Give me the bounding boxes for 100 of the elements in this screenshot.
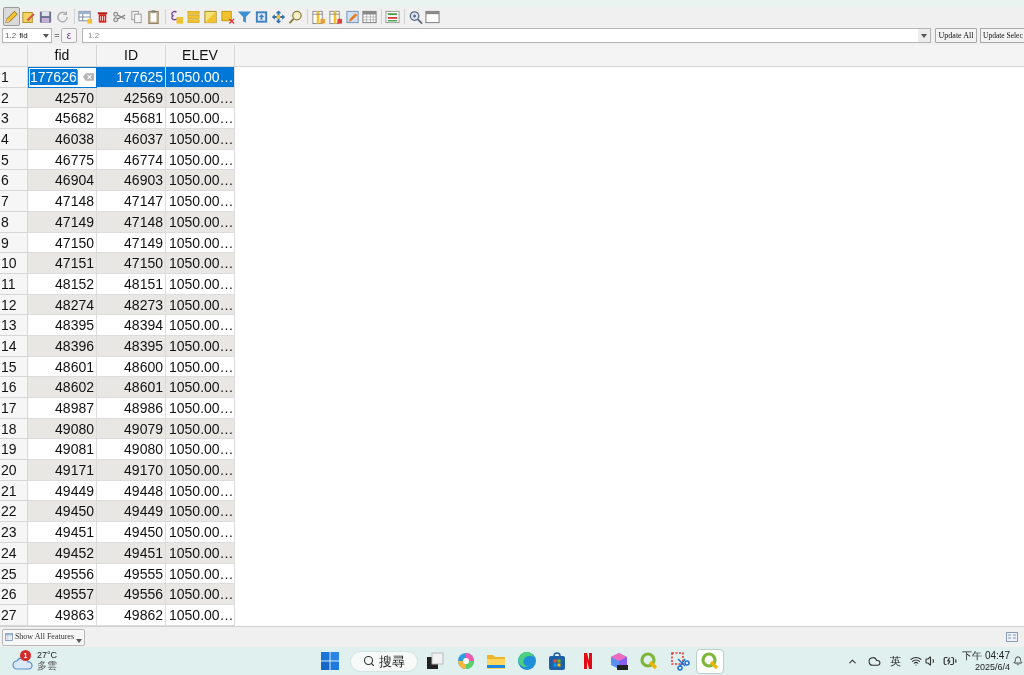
expression-button[interactable]: ε bbox=[61, 28, 77, 43]
row-header[interactable]: 10 bbox=[0, 253, 28, 274]
table-row[interactable]: 27 49863 49862 1050.00… bbox=[0, 604, 235, 626]
table-cell: 47147 bbox=[97, 191, 166, 212]
table-row[interactable]: 14 48396 48395 1050.00… bbox=[0, 335, 235, 357]
dock-panel-icon[interactable] bbox=[1006, 632, 1018, 642]
table-cell: 47148 bbox=[28, 191, 97, 212]
table-row[interactable]: 18 49080 49079 1050.00… bbox=[0, 418, 235, 440]
cloud-icon[interactable] bbox=[12, 656, 34, 670]
row-header[interactable]: 8 bbox=[0, 211, 28, 233]
row-header[interactable]: 22 bbox=[0, 501, 28, 523]
table-row[interactable]: 9 47150 47149 1050.00… bbox=[0, 232, 235, 254]
column-header[interactable]: fid bbox=[28, 45, 97, 66]
table-row[interactable]: 11 48152 48151 1050.00… bbox=[0, 273, 235, 295]
row-header[interactable]: 15 bbox=[0, 356, 28, 378]
column-header[interactable]: ID bbox=[97, 45, 166, 66]
table-row[interactable]: 5 46775 46774 1050.00… bbox=[0, 149, 235, 171]
bell-icon[interactable] bbox=[1013, 656, 1023, 666]
table-cell: 48395 bbox=[97, 335, 166, 357]
cloud-icon[interactable] bbox=[868, 654, 882, 668]
clock-date[interactable]: 2025/6/4 bbox=[974, 662, 1010, 672]
table-row[interactable]: 8 47149 47148 1050.00… bbox=[0, 211, 235, 233]
update-all-button[interactable]: Update All bbox=[935, 28, 977, 43]
table-row[interactable]: 24 49452 49451 1050.00… bbox=[0, 542, 235, 564]
table-row[interactable]: 22 49450 49449 1050.00… bbox=[0, 501, 235, 523]
ring-logo-icon bbox=[700, 651, 721, 671]
table-cell: 47149 bbox=[28, 211, 97, 233]
row-header[interactable]: 6 bbox=[0, 170, 28, 192]
row-header[interactable]: 4 bbox=[0, 129, 28, 150]
column-header[interactable]: ELEV bbox=[166, 45, 235, 66]
new-field-icon bbox=[311, 8, 326, 25]
table-row[interactable]: 26 49557 49556 1050.00… bbox=[0, 584, 235, 605]
show-all-features-button[interactable]: Show All Features bbox=[2, 628, 85, 646]
cell-editor[interactable]: 177626 bbox=[28, 67, 97, 88]
dropdown-arrow-icon bbox=[921, 33, 927, 38]
row-header[interactable]: 9 bbox=[0, 232, 28, 254]
row-header[interactable]: 14 bbox=[0, 335, 28, 357]
search-button[interactable]: 搜尋 bbox=[350, 650, 418, 672]
clear-text-icon[interactable] bbox=[82, 73, 94, 82]
table-row[interactable]: 13 48395 48394 1050.00… bbox=[0, 315, 235, 336]
table-row[interactable]: 2 42570 42569 1050.00… bbox=[0, 87, 235, 109]
table-row[interactable]: 25 49556 49555 1050.00… bbox=[0, 563, 235, 585]
table-row[interactable]: 17 48987 48986 1050.00… bbox=[0, 398, 235, 419]
battery-icon[interactable] bbox=[943, 654, 958, 668]
table-cell: 49556 bbox=[97, 584, 166, 605]
table-add-icon bbox=[78, 8, 93, 25]
row-header[interactable]: 7 bbox=[0, 191, 28, 212]
table-row[interactable]: 23 49451 49450 1050.00… bbox=[0, 522, 235, 543]
delete-field-icon bbox=[328, 8, 343, 25]
clock-time[interactable]: 下午 04:47 bbox=[962, 650, 1010, 661]
magnifier-gear-icon bbox=[408, 8, 423, 25]
copy-icon bbox=[129, 8, 144, 25]
row-header[interactable]: 27 bbox=[0, 604, 28, 626]
row-header[interactable]: 11 bbox=[0, 273, 28, 295]
table-row[interactable]: 21 49449 49448 1050.00… bbox=[0, 480, 235, 502]
table-cell: 1050.00… bbox=[166, 67, 235, 88]
field-dropdown[interactable]: 1.2 fid bbox=[2, 28, 52, 43]
table-row[interactable]: 15 48601 48600 1050.00… bbox=[0, 356, 235, 378]
table-row[interactable]: 1 177626 177625 1050.00… bbox=[0, 67, 235, 88]
table-cell: 48152 bbox=[28, 273, 97, 295]
toolbar-button[interactable] bbox=[270, 7, 287, 26]
table-row[interactable]: 16 48602 48601 1050.00… bbox=[0, 377, 235, 398]
table-row[interactable]: 10 47151 47150 1050.00… bbox=[0, 253, 235, 274]
table-row[interactable]: 19 49081 49080 1050.00… bbox=[0, 439, 235, 461]
row-header[interactable]: 17 bbox=[0, 398, 28, 419]
table-icon bbox=[5, 632, 13, 642]
row-header[interactable]: 12 bbox=[0, 294, 28, 316]
row-header[interactable]: 25 bbox=[0, 563, 28, 585]
table-cell: 49451 bbox=[97, 542, 166, 564]
row-header[interactable]: 19 bbox=[0, 439, 28, 461]
row-header[interactable]: 24 bbox=[0, 542, 28, 564]
table-cell: 49450 bbox=[97, 522, 166, 543]
row-header[interactable]: 21 bbox=[0, 480, 28, 502]
row-header[interactable]: 3 bbox=[0, 108, 28, 130]
row-header[interactable]: 18 bbox=[0, 418, 28, 440]
table-cell: 49452 bbox=[28, 542, 97, 564]
toolbar-button[interactable] bbox=[145, 7, 162, 26]
equals-sign: = bbox=[54, 31, 60, 40]
row-header[interactable]: 1 bbox=[0, 67, 28, 88]
table-cell: 47148 bbox=[97, 211, 166, 233]
expression-field[interactable]: 1.2 bbox=[82, 28, 931, 43]
row-header[interactable]: 2 bbox=[0, 87, 28, 109]
temperature-text: 27°C bbox=[37, 651, 58, 660]
row-header[interactable]: 20 bbox=[0, 460, 28, 481]
table-row[interactable]: 12 48274 48273 1050.00… bbox=[0, 294, 235, 316]
row-header[interactable]: 23 bbox=[0, 522, 28, 543]
row-header[interactable]: 26 bbox=[0, 584, 28, 605]
wifi-icon[interactable] bbox=[910, 655, 923, 667]
table-cell: 49863 bbox=[28, 604, 97, 626]
row-header[interactable]: 13 bbox=[0, 315, 28, 336]
row-header[interactable]: 5 bbox=[0, 149, 28, 171]
table-row[interactable]: 4 46038 46037 1050.00… bbox=[0, 129, 235, 150]
language-indicator[interactable]: 英 bbox=[890, 655, 902, 667]
table-row[interactable]: 6 46904 46903 1050.00… bbox=[0, 170, 235, 192]
four-squares-icon[interactable] bbox=[320, 651, 340, 671]
row-header[interactable]: 16 bbox=[0, 377, 28, 398]
table-row[interactable]: 3 45682 45681 1050.00… bbox=[0, 108, 235, 130]
table-row[interactable]: 20 49171 49170 1050.00… bbox=[0, 460, 235, 481]
table-row[interactable]: 7 47148 47147 1050.00… bbox=[0, 191, 235, 212]
window-icon bbox=[425, 8, 440, 25]
